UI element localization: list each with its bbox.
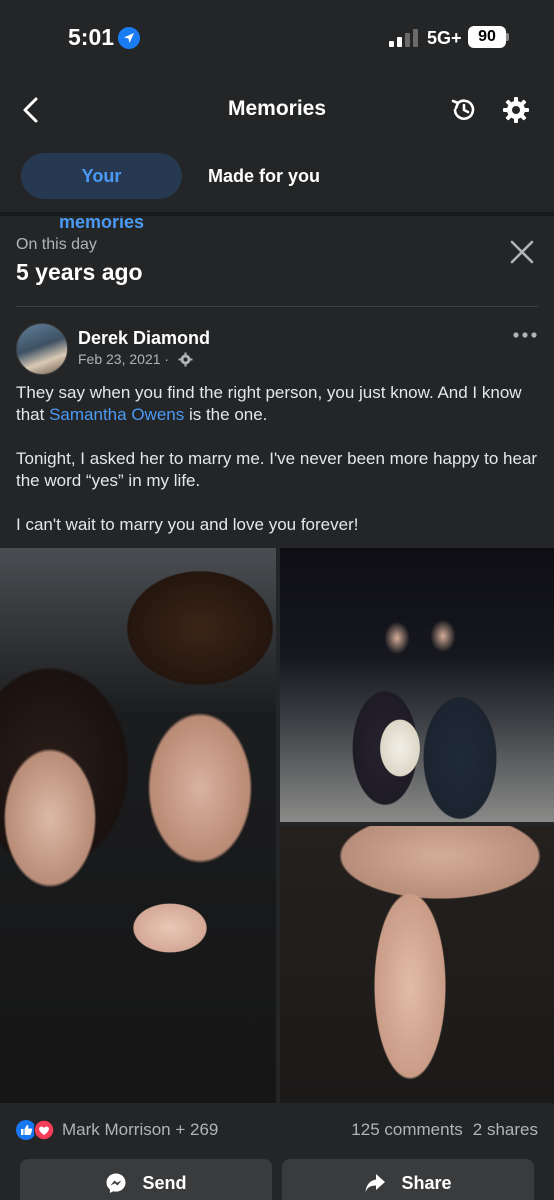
post-paragraph-2: Tonight, I asked her to marry me. I've n… (16, 449, 538, 490)
reaction-names[interactable]: Mark Morrison + 269 (62, 1120, 218, 1140)
memory-title: 5 years ago (16, 259, 143, 285)
tab-bar: Your memories Made for you (0, 150, 554, 232)
like-icon[interactable] (16, 1120, 36, 1140)
post-author[interactable]: Derek Diamond (78, 328, 210, 349)
post-text: They say when you find the right person,… (16, 382, 540, 558)
status-time: 5:01 (68, 24, 115, 50)
more-icon[interactable] (512, 328, 538, 342)
battery-icon: 90 (468, 26, 506, 48)
section-divider (0, 212, 554, 216)
shares-count[interactable]: 2 shares (473, 1120, 538, 1139)
mention-link[interactable]: Samantha Owens (49, 405, 184, 424)
back-icon[interactable] (18, 95, 46, 125)
post-photo-selfie[interactable] (0, 548, 276, 1103)
battery-tip (506, 33, 509, 41)
reactions-row: Mark Morrison + 269 125 comments 2 shares (16, 1118, 538, 1142)
send-button-content: Send (20, 1172, 272, 1194)
history-icon[interactable] (449, 95, 479, 125)
memory-label: On this day (16, 236, 97, 253)
send-button[interactable]: Send (20, 1159, 272, 1200)
memory-divider (16, 306, 538, 307)
status-bar: 5:01 5G+ 90 (0, 0, 554, 75)
tab-your-memories[interactable]: Your memories (21, 153, 182, 232)
share-button[interactable]: Share (282, 1159, 534, 1200)
post-photo-couple[interactable] (280, 548, 554, 822)
post-text-end: is the one. (184, 405, 268, 424)
network-label: 5G+ (427, 28, 462, 48)
audience-gear-icon (178, 352, 193, 367)
post-paragraph-1: They say when you find the right person,… (16, 382, 540, 426)
avatar[interactable] (16, 323, 68, 375)
tab-made-for-you[interactable]: Made for you (192, 153, 336, 199)
header: Memories (0, 75, 554, 145)
engagement-counts: 125 comments 2 shares (341, 1120, 538, 1140)
love-icon[interactable] (34, 1120, 54, 1140)
location-arrow-icon (118, 27, 140, 49)
share-arrow-icon (365, 1174, 386, 1193)
send-label: Send (142, 1172, 187, 1193)
post-date[interactable]: Feb 23, 2021 · (78, 351, 169, 367)
post-photo-ring[interactable] (280, 826, 554, 1103)
signal-bars-icon (389, 29, 418, 47)
gear-icon[interactable] (501, 95, 531, 125)
comments-count[interactable]: 125 comments (351, 1120, 463, 1139)
post-paragraph-3: I can't wait to marry you and love you f… (16, 515, 359, 534)
share-button-content: Share (282, 1172, 534, 1194)
messenger-icon (106, 1173, 126, 1194)
close-icon[interactable] (508, 238, 536, 266)
share-label: Share (401, 1172, 452, 1193)
